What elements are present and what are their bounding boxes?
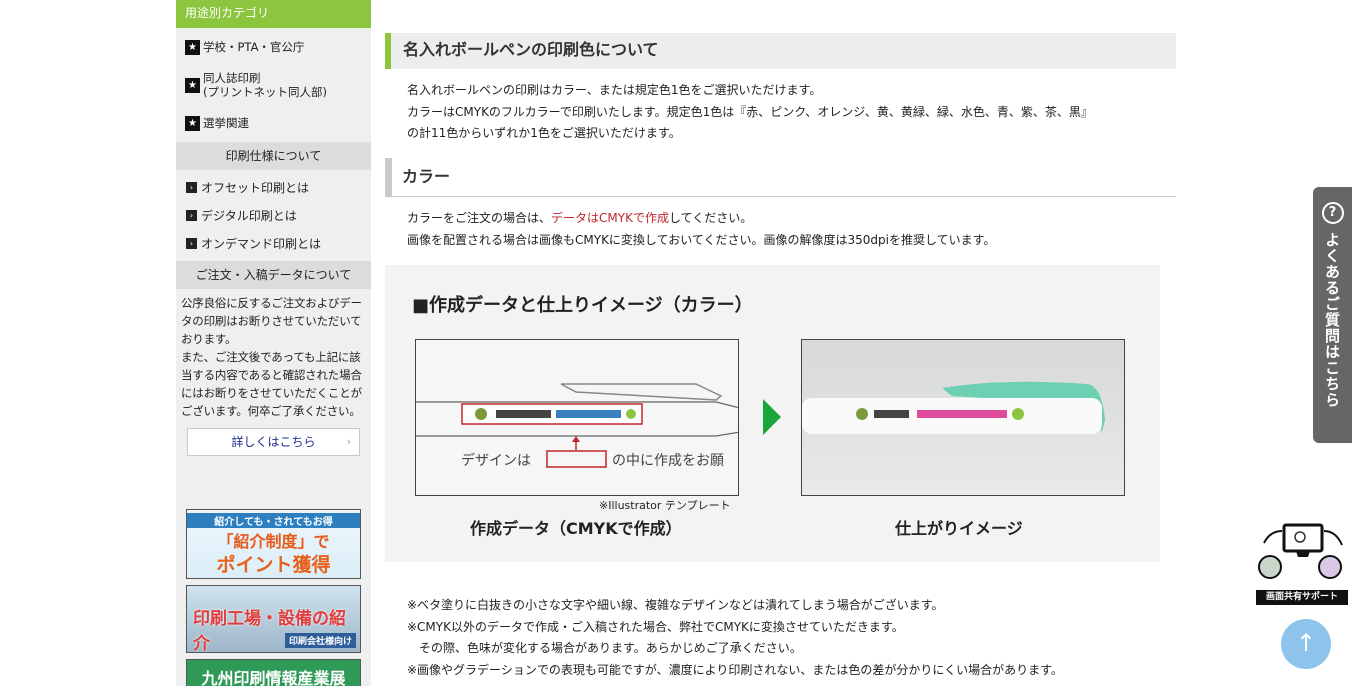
expo-banner-text: 九州印刷情報産業展	[201, 669, 346, 686]
star-icon: ★	[185, 115, 200, 131]
referral-banner-top: 紹介しても・されてもお得	[187, 513, 360, 528]
order-heading: ご注文・入稿データについて	[176, 261, 371, 289]
data-vs-finish-figure: ■作成データと仕上りイメージ（カラー） デザインは の中に作成をお願 ※Illu…	[385, 265, 1160, 562]
figure-title: ■作成データと仕上りイメージ（カラー）	[412, 295, 753, 316]
spec-label: デジタル印刷とは	[201, 208, 297, 223]
detail-button-label: 詳しくはこちら	[231, 435, 316, 449]
page-title: 名入れボールペンの印刷色について	[385, 33, 1176, 69]
intro-text: 名入れボールペンの印刷はカラー、または規定色1色をご選択いただけます。 カラーは…	[407, 80, 1093, 145]
note-line: ※ベタ塗りに白抜きの小さな文字や細い線、複雑なデザインなどは潰れてしまう場合がご…	[407, 598, 944, 612]
expo-banner[interactable]: 九州印刷情報産業展	[186, 659, 361, 686]
faq-label: よくあるご質問はこちら	[1323, 232, 1341, 408]
color-heading: カラー	[385, 158, 1176, 197]
referral-banner[interactable]: 紹介しても・されてもお得 「紹介制度」で ポイント獲得	[186, 509, 361, 579]
spec-item-offset[interactable]: › オフセット印刷とは	[176, 173, 371, 201]
category-list: ★ 学校・PTA・官公庁 ★ 同人誌印刷 (プリントネット同人部) ★ 選挙関連	[176, 28, 371, 138]
intro-line: カラーはCMYKのフルカラーで印刷いたします。規定色1色は『赤、ピンク、オレンジ…	[407, 104, 1093, 119]
color-line-1-after: してください。	[668, 211, 753, 225]
intro-line: の計11色からいずれか1色をご選択いただけます。	[407, 126, 681, 140]
note-line: ※CMYK以外のデータで作成・ご入稿された場合、弊社でCMYKに変換させていただ…	[407, 619, 904, 634]
color-line-1: カラーをご注文の場合は、データはCMYKで作成してください。	[407, 208, 995, 230]
star-icon: ★	[185, 77, 200, 93]
finish-panel	[801, 339, 1125, 496]
referral-banner-main: 「紹介制度」で	[217, 532, 330, 551]
star-icon: ★	[185, 39, 200, 55]
order-notice: 公序良俗に反するご注文およびデータの印刷はお断りさせていただいております。 また…	[181, 296, 362, 418]
pen-template-drawing	[416, 383, 738, 468]
screen-share-label: 画面共有サポート	[1256, 590, 1348, 605]
caption-right: 仕上がりイメージ	[895, 519, 1023, 538]
factory-banner[interactable]: 印刷工場・設備の紹介 印刷会社様向け	[186, 585, 361, 653]
detail-button[interactable]: 詳しくはこちら ›	[187, 428, 360, 456]
category-label: 選挙関連	[203, 116, 249, 130]
design-label-2: の中に作成をお願	[612, 453, 724, 469]
arrow-right-icon: ›	[186, 209, 197, 221]
category-item-doujin[interactable]: ★ 同人誌印刷 (プリントネット同人部)	[176, 62, 371, 108]
category-item-school[interactable]: ★ 学校・PTA・官公庁	[176, 32, 371, 62]
question-icon: ?	[1321, 202, 1344, 224]
scroll-to-top-button[interactable]: ↑	[1281, 619, 1331, 669]
arrow-right-icon: ›	[186, 237, 197, 249]
arrow-right-icon: ›	[186, 181, 197, 193]
screen-share-support[interactable]: 画面共有サポート	[1256, 523, 1348, 605]
color-text: カラーをご注文の場合は、データはCMYKで作成してください。 画像を配置される場…	[407, 208, 995, 251]
screen-share-icon	[1258, 523, 1343, 579]
category-label: 同人誌印刷 (プリントネット同人部)	[203, 71, 327, 99]
chevron-right-icon: ›	[346, 435, 351, 448]
arrow-up-icon: ↑	[1295, 629, 1317, 657]
faq-tab[interactable]: ? よくあるご質問はこちら	[1313, 187, 1352, 443]
pen-finish-drawing	[802, 381, 1105, 434]
spec-heading: 印刷仕様について	[176, 142, 371, 170]
category-item-election[interactable]: ★ 選挙関連	[176, 108, 371, 138]
notes: ※ベタ塗りに白抜きの小さな文字や細い線、複雑なデザインなどは潰れてしまう場合がご…	[407, 595, 1063, 681]
spec-list: › オフセット印刷とは › デジタル印刷とは › オンデマンド印刷とは	[176, 170, 371, 261]
color-line-1-emphasis: データはCMYKで作成	[551, 211, 669, 225]
spec-item-ondemand[interactable]: › オンデマンド印刷とは	[176, 229, 371, 257]
referral-banner-sub: ポイント獲得	[216, 554, 331, 576]
category-label: 学校・PTA・官公庁	[203, 40, 305, 54]
spec-item-digital[interactable]: › デジタル印刷とは	[176, 201, 371, 229]
spec-label: オフセット印刷とは	[201, 180, 310, 195]
note-line: ※画像やグラデーションでの表現も可能ですが、濃度により印刷されない、または色の差…	[407, 662, 1063, 677]
note-line: その際、色味が変化する場合があります。あらかじめご了承ください。	[407, 641, 802, 655]
design-label: デザインは	[461, 453, 531, 469]
arrow-right-icon	[763, 399, 781, 435]
category-heading: 用途別カテゴリ	[176, 0, 371, 28]
factory-banner-tag: 印刷会社様向け	[284, 633, 356, 648]
color-line-2: 画像を配置される場合は画像もCMYKに変換しておいてください。画像の解像度は35…	[407, 232, 996, 247]
template-panel: デザインは の中に作成をお願	[415, 339, 739, 496]
template-note: ※Illustrator テンプレート	[599, 499, 731, 512]
intro-line: 名入れボールペンの印刷はカラー、または規定色1色をご選択いただけます。	[407, 83, 822, 97]
spec-label: オンデマンド印刷とは	[201, 236, 322, 251]
sidebar: 用途別カテゴリ ★ 学校・PTA・官公庁 ★ 同人誌印刷 (プリントネット同人部…	[176, 0, 371, 686]
caption-left: 作成データ（CMYKで作成）	[470, 519, 682, 538]
color-line-1-before: カラーをご注文の場合は、	[407, 211, 552, 225]
